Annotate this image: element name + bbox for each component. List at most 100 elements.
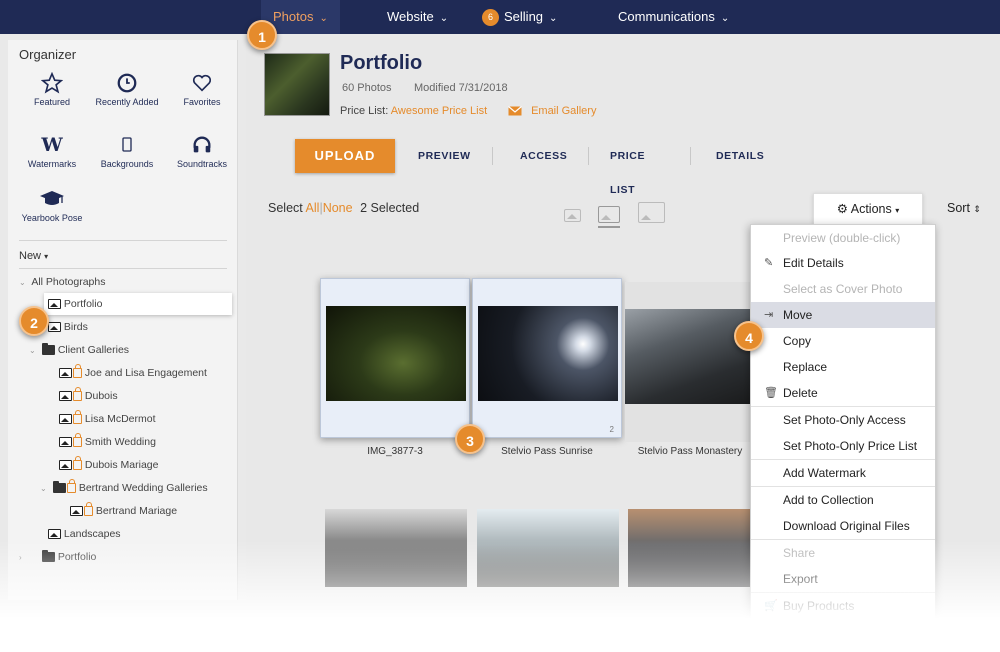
tree-item-bertrand-wedding-galleries[interactable]: ⌄ Bertrand Wedding Galleries	[40, 477, 208, 499]
large-thumbnails-icon[interactable]	[638, 202, 665, 223]
pencil-icon: ✎	[764, 257, 774, 269]
tree-item-label: All Photographs	[31, 276, 106, 288]
menu-item-edit-details[interactable]: ✎ Edit Details	[751, 250, 935, 276]
tile-watermarks[interactable]: W Watermarks	[14, 132, 90, 171]
chevron-down-icon: ⌄	[549, 13, 558, 24]
tab-details[interactable]: DETAILS	[716, 139, 764, 173]
tile-favorites[interactable]: Favorites	[164, 70, 240, 109]
menu-item-move[interactable]: ⇥ Move	[751, 302, 935, 328]
photo-card[interactable]	[625, 282, 751, 442]
tree-item-smith-wedding[interactable]: Smith Wedding	[59, 431, 156, 453]
photo-label: Stelvio Pass Sunrise	[501, 446, 593, 457]
tile-yearbook-pose[interactable]: Yearbook Pose	[14, 186, 90, 225]
menu-item-label: Buy Products	[783, 599, 855, 613]
email-gallery-label: Email Gallery	[531, 105, 597, 117]
menu-item-use-photo-album-service[interactable]: ▭ Use Photo Album Service	[751, 619, 935, 645]
sort-button[interactable]: Sort ⇕	[947, 201, 981, 215]
small-thumbnails-icon[interactable]	[564, 209, 581, 222]
move-icon: ⇥	[764, 309, 774, 321]
menu-item-download-original-files[interactable]: Download Original Files	[751, 513, 935, 539]
image-icon	[59, 437, 72, 448]
chevron-down-icon: ⌄	[29, 346, 36, 355]
photo-thumbnail[interactable]	[325, 509, 467, 587]
tree-item-lisa-mcdermot[interactable]: Lisa McDermot	[59, 408, 156, 430]
star-icon	[14, 70, 90, 96]
actions-label: Actions	[850, 202, 892, 216]
menu-item-replace[interactable]: Replace	[751, 354, 935, 380]
menu-item-set-photo-only-price-list[interactable]: Set Photo-Only Price List	[751, 433, 935, 459]
menu-item-set-photo-only-access[interactable]: Set Photo-Only Access	[751, 407, 935, 433]
tree-item-label: Bertrand Wedding Galleries	[78, 482, 208, 494]
medium-thumbnails-icon[interactable]	[598, 206, 620, 223]
price-list-label: Price List:	[340, 105, 389, 117]
actions-button[interactable]: ⚙ Actions ▾	[813, 193, 923, 225]
actions-menu: Preview (double-click) ✎ Edit Details Sel…	[750, 224, 936, 644]
photo-card[interactable]	[320, 278, 470, 438]
email-gallery-link[interactable]: Email Gallery	[508, 105, 596, 117]
menu-item-add-watermark[interactable]: Add Watermark	[751, 460, 935, 486]
tree-item-joe-and-lisa-engagement[interactable]: Joe and Lisa Engagement	[59, 362, 207, 384]
w-icon: W	[41, 133, 63, 156]
tile-featured[interactable]: Featured	[14, 70, 90, 109]
menu-item-share[interactable]: Share	[751, 540, 935, 566]
heart-icon	[164, 70, 240, 96]
nav-photos-label: Photos	[273, 9, 314, 24]
gallery-title: Portfolio	[340, 52, 423, 74]
tab-preview[interactable]: PREVIEW	[418, 139, 471, 173]
tree-item-dubois[interactable]: Dubois	[59, 385, 118, 407]
menu-item-buy-products[interactable]: 🛒 Buy Products	[751, 593, 935, 619]
tree-item-all-photographs[interactable]: ⌄ All Photographs	[19, 271, 105, 293]
tile-favorites-label: Favorites	[183, 97, 221, 107]
new-button-label: New	[19, 250, 42, 262]
tab-access[interactable]: ACCESS	[520, 139, 567, 173]
nav-selling[interactable]: 6 Selling ⌄	[482, 0, 557, 34]
image-icon	[48, 529, 61, 540]
tile-backgrounds[interactable]: Backgrounds	[89, 132, 165, 171]
folder-icon	[41, 343, 55, 356]
tile-recently-added-label: Recently Added	[95, 97, 159, 107]
menu-item-delete[interactable]: 🗑 Delete	[751, 380, 935, 406]
menu-item-add-to-collection[interactable]: Add to Collection	[751, 487, 935, 513]
sort-arrows-icon: ⇕	[973, 204, 981, 214]
chevron-down-icon: ⌄	[19, 278, 26, 287]
tree-item-portfolio[interactable]: Portfolio	[44, 293, 232, 315]
book-icon: ▭	[764, 626, 775, 638]
gear-icon: ⚙	[836, 202, 848, 216]
new-button[interactable]: New ▾	[19, 250, 48, 262]
upload-button[interactable]: UPLOAD	[295, 139, 395, 173]
trash-icon: 🗑	[764, 387, 778, 399]
menu-item-copy[interactable]: Copy	[751, 328, 935, 354]
menu-item-select-as-cover[interactable]: Select as Cover Photo	[751, 276, 935, 302]
tree-item-client-galleries[interactable]: ⌄ Client Galleries	[19, 339, 129, 361]
tab-divider	[492, 147, 493, 165]
nav-communications[interactable]: Communications ⌄	[618, 0, 729, 34]
tree-item-landscapes[interactable]: Landscapes	[48, 523, 121, 545]
clock-icon	[89, 70, 165, 96]
headphones-icon	[164, 132, 240, 158]
menu-item-export[interactable]: Export	[751, 566, 935, 592]
tile-soundtracks[interactable]: Soundtracks	[164, 132, 240, 171]
tile-recently-added[interactable]: Recently Added	[89, 70, 165, 109]
tree-item-dubois-mariage[interactable]: Dubois Mariage	[59, 454, 158, 476]
tab-divider	[690, 147, 691, 165]
price-list-link[interactable]: Awesome Price List	[391, 105, 487, 117]
tree-item-bertrand-mariage[interactable]: Bertrand Mariage	[70, 500, 177, 522]
select-none-link[interactable]: None	[323, 201, 353, 215]
nav-website[interactable]: Website ⌄	[387, 0, 448, 34]
tab-price-list[interactable]: PRICE LIST	[610, 139, 645, 196]
lock-icon	[73, 410, 82, 425]
photo-card[interactable]: 2	[472, 278, 622, 438]
photo-thumbnail[interactable]	[477, 509, 619, 587]
tree-item-label: Dubois Mariage	[84, 459, 159, 471]
photo-thumbnail[interactable]	[628, 509, 751, 587]
envelope-icon	[508, 105, 522, 117]
tree-item-birds[interactable]: Birds	[48, 316, 88, 338]
tree-item-portfolio-folder[interactable]: › Portfolio	[19, 546, 96, 568]
image-icon	[48, 322, 61, 333]
callout-3: 3	[455, 424, 485, 454]
lock-icon	[73, 456, 82, 471]
select-all-link[interactable]: All	[306, 201, 320, 215]
menu-item-preview[interactable]: Preview (double-click)	[751, 225, 935, 251]
callout-2: 2	[19, 306, 49, 336]
caret-down-icon: ▾	[895, 206, 900, 215]
